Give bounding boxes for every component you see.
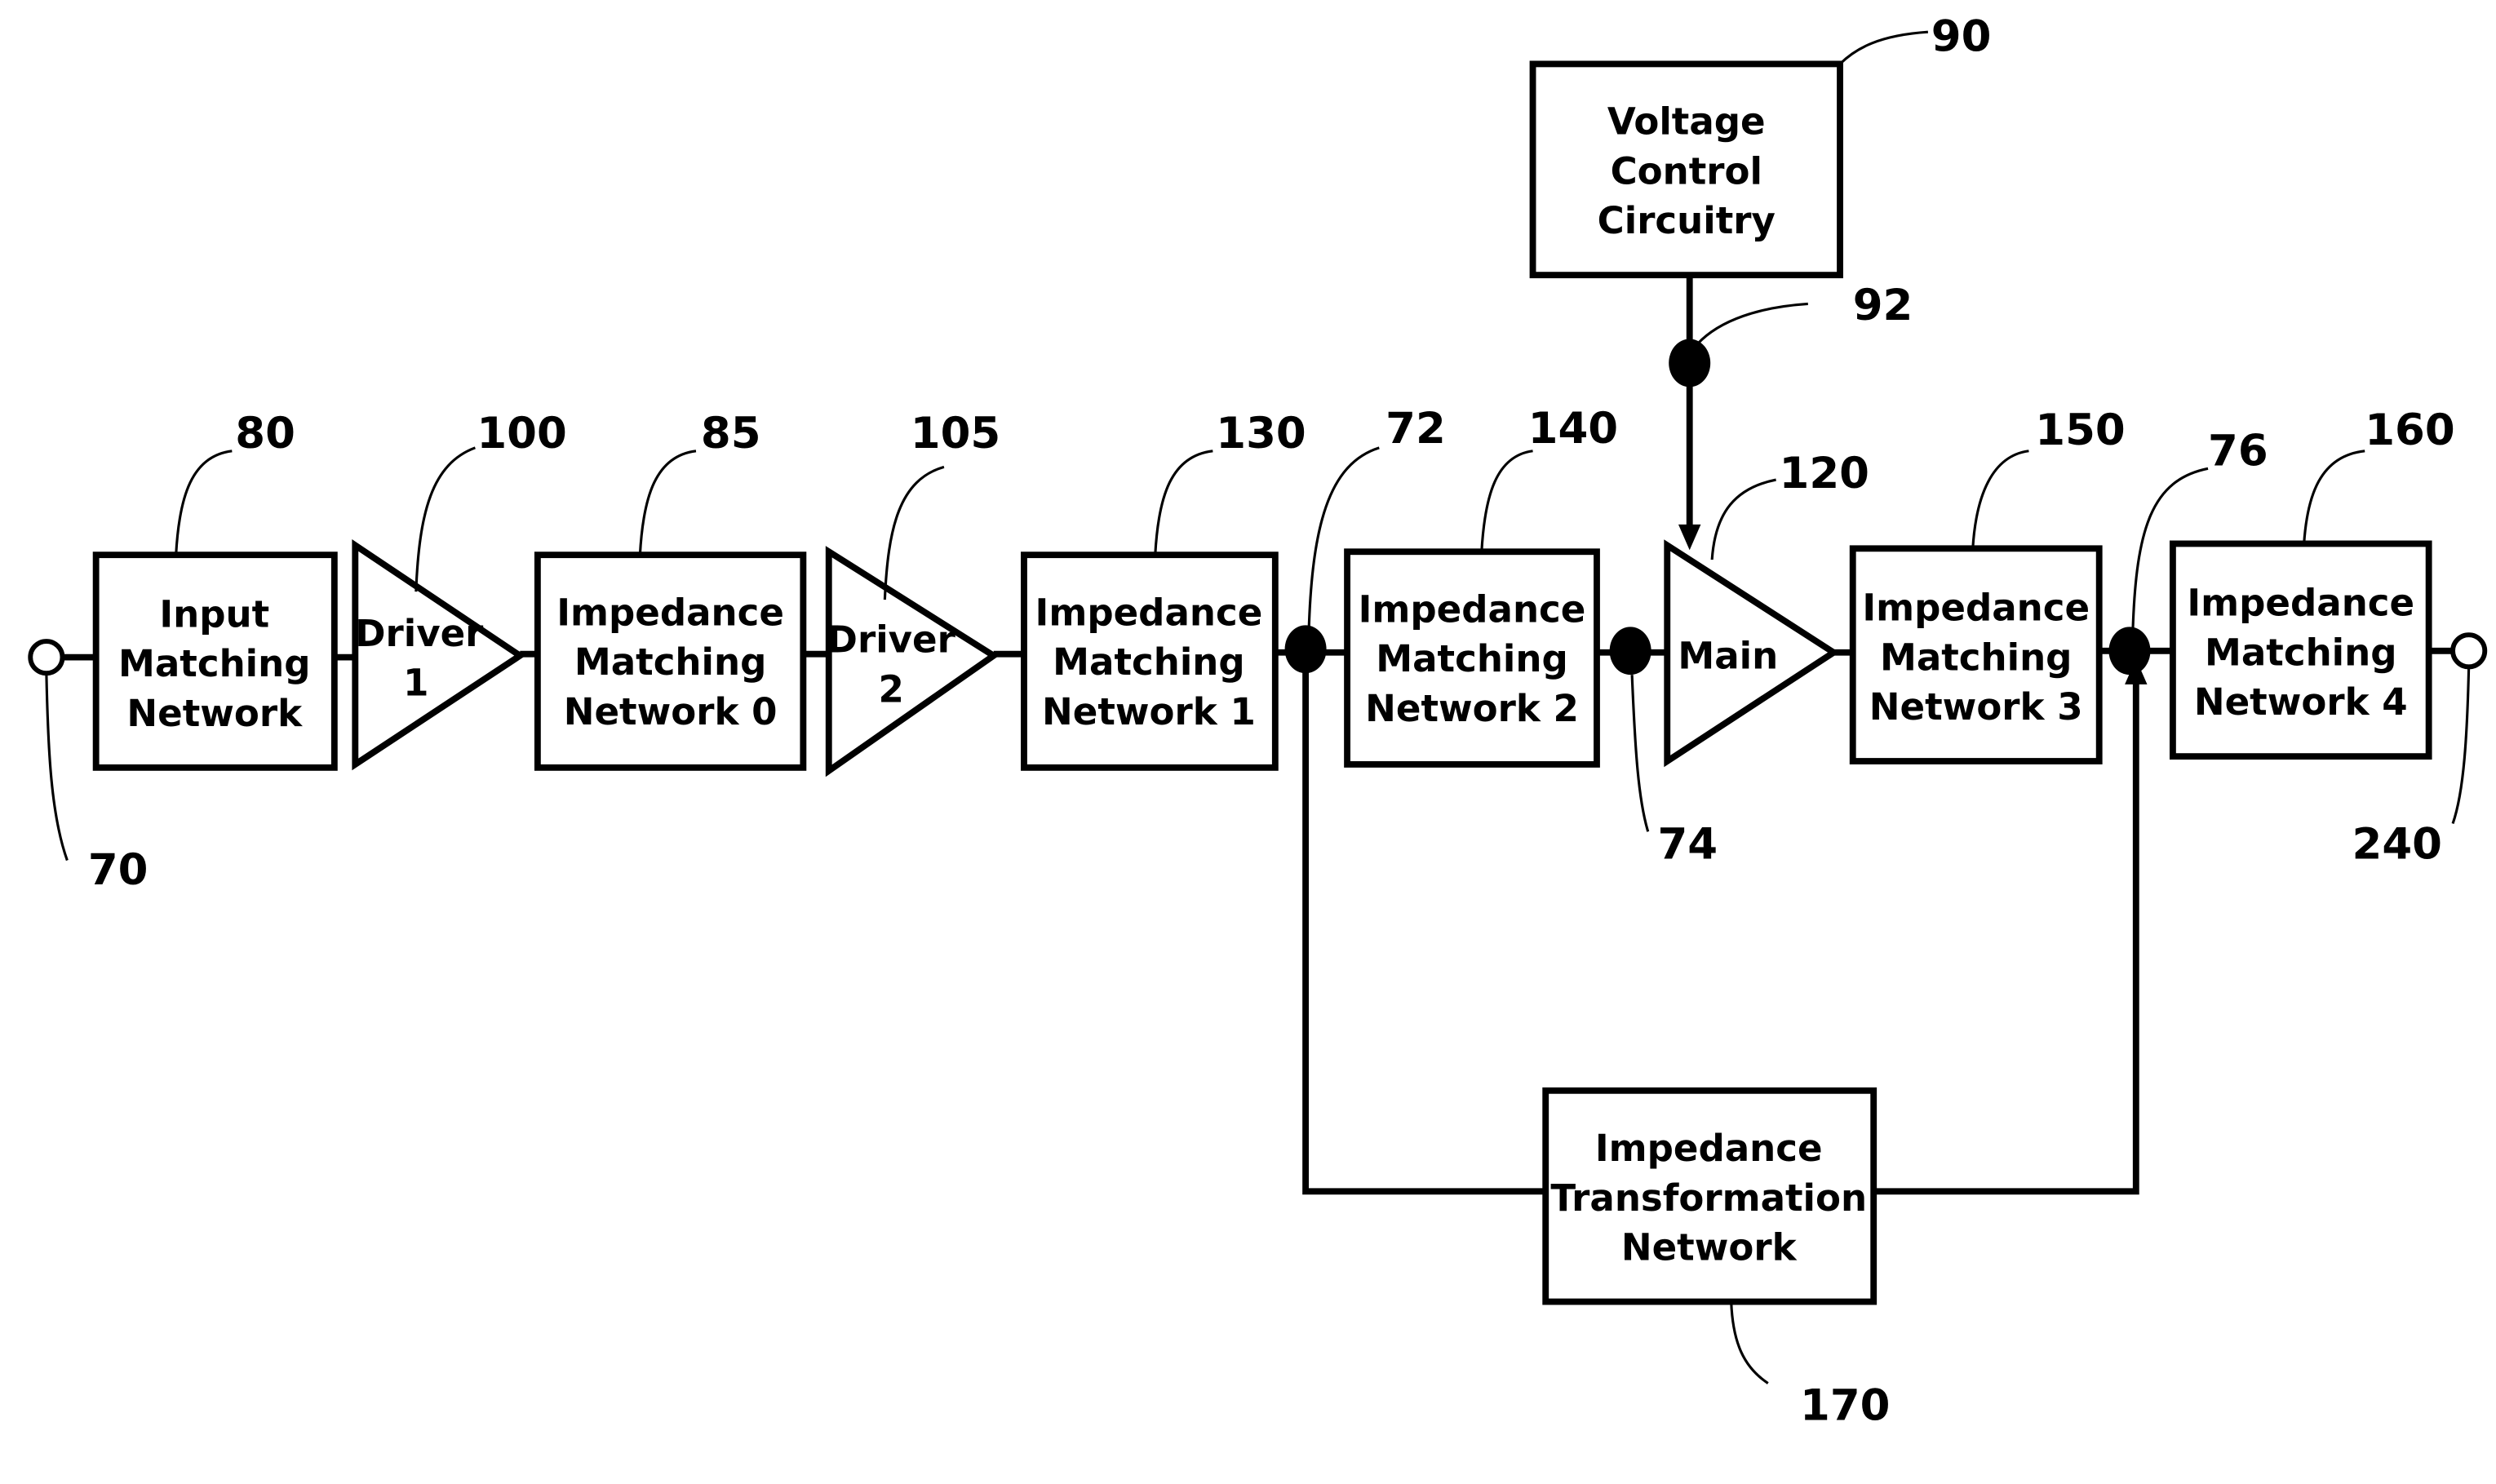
ref-label: 90 [1931, 12, 1992, 62]
leader-100 [415, 446, 476, 592]
input-terminal-icon [28, 639, 65, 676]
block-label: 2 [879, 668, 904, 711]
block-label: Network 1 [1042, 690, 1256, 733]
block-label: Matching [1053, 640, 1244, 684]
ref-label: 100 [477, 409, 567, 458]
ref-label: 70 [88, 845, 149, 895]
leader-240 [2451, 667, 2471, 824]
leader-85 [638, 450, 697, 556]
leader-130 [1154, 450, 1213, 556]
block-label: Impedance [1595, 1127, 1823, 1170]
main-amplifier: Main [1664, 539, 1840, 768]
block-label: Transformation [1550, 1176, 1867, 1220]
leader-140 [1480, 450, 1533, 552]
ref-label: 72 [1385, 404, 1446, 454]
impedance-matching-network-2: Impedance Matching Network 2 [1344, 548, 1600, 768]
amplifier-block-diagram: Input Matching Network Driver 1 Impedanc… [28, 12, 2488, 1431]
ref-label: 105 [911, 409, 1001, 458]
ref-label: 160 [2365, 405, 2455, 455]
block-label: Matching [1880, 636, 2072, 679]
block-label: Circuitry [1598, 199, 1776, 242]
block-label: Network 4 [2194, 680, 2408, 724]
block-label: Network 0 [564, 690, 778, 733]
leader-105 [883, 465, 945, 600]
ref-label: 85 [701, 409, 761, 458]
ref-label: 92 [1853, 281, 1913, 330]
ref-label: 140 [1528, 404, 1619, 454]
block-label: 1 [403, 662, 428, 705]
impedance-matching-network-1: Impedance Matching Network 1 [1021, 552, 1279, 771]
block-label: Driver [355, 612, 484, 655]
block-label: Input [159, 592, 269, 636]
ref-label: 120 [1780, 449, 1870, 498]
block-label: Control [1611, 149, 1762, 193]
ref-label: 170 [1800, 1381, 1891, 1431]
impedance-matching-network-4: Impedance Matching Network 4 [2169, 540, 2432, 760]
node-76-icon [2108, 627, 2151, 676]
node-74-icon [1609, 627, 1651, 676]
node-72-icon [1284, 625, 1327, 674]
ref-label: 150 [2035, 405, 2126, 455]
block-label: Network 2 [1365, 687, 1579, 730]
leader-80 [175, 450, 233, 556]
ref-label: 76 [2208, 426, 2268, 476]
block-label: Impedance [1359, 587, 1586, 631]
impedance-transformation-network: Impedance Transformation Network [1542, 1087, 1878, 1305]
impedance-matching-network-0: Impedance Matching Network 0 [534, 552, 807, 771]
block-label: Main [1678, 634, 1778, 677]
ref-label: 80 [235, 409, 295, 458]
block-label: Matching [1376, 637, 1567, 680]
block-label: Impedance [2187, 582, 2414, 625]
driver-2-amplifier: Driver 2 [825, 546, 1000, 777]
block-label: Matching [2205, 631, 2396, 674]
block-label: Impedance [1862, 587, 2090, 630]
leader-120 [1710, 478, 1776, 560]
block-label: Impedance [1035, 591, 1263, 634]
block-label: Network [126, 692, 303, 735]
leader-160 [2303, 450, 2365, 544]
block-label: Network 3 [1869, 685, 2083, 729]
input-matching-network: Input Matching Network [92, 552, 338, 771]
ref-label: 130 [1216, 409, 1306, 458]
block-label: Matching [118, 642, 310, 685]
output-terminal-icon [2450, 632, 2488, 670]
block-label: Voltage [1607, 100, 1766, 144]
impedance-matching-network-3: Impedance Matching Network 3 [1849, 545, 2103, 764]
block-label: Driver [827, 618, 956, 662]
node-92-icon [1669, 339, 1711, 388]
arrow-down-icon [1678, 524, 1701, 551]
voltage-control-circuitry: Voltage Control Circuitry [1529, 60, 1843, 279]
ref-label: 74 [1657, 820, 1718, 870]
block-label: Network [1621, 1226, 1798, 1269]
leader-92 [1696, 302, 1808, 345]
block-label: Matching [574, 640, 766, 684]
leader-70 [45, 673, 69, 862]
block-label: Impedance [556, 591, 784, 634]
ref-label: 240 [2352, 820, 2443, 870]
leader-74 [1630, 675, 1650, 832]
leader-150 [1971, 450, 2029, 549]
leader-170 [1730, 1301, 1769, 1384]
driver-1-amplifier: Driver 1 [352, 539, 526, 771]
leader-90 [1838, 30, 1928, 65]
